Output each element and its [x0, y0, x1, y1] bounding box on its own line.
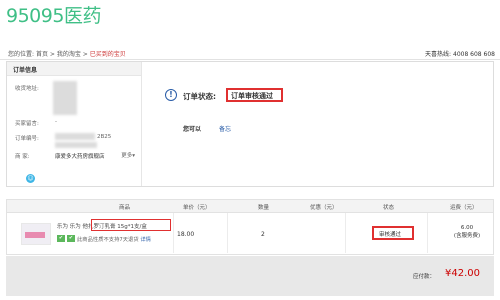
detail-link[interactable]: 详情 — [140, 237, 151, 243]
col-header-price: 单价（元） — [183, 205, 211, 211]
breadcrumb-separator: > — [82, 51, 88, 58]
column-divider — [345, 213, 346, 253]
shipping-fee-note: (含服务费) — [453, 233, 481, 239]
goods-table-header: 商品 单价（元） 数量 优惠（元） 状态 运费（元） — [6, 199, 494, 213]
hotline-number: 4008 608 608 — [453, 51, 495, 58]
shipping-fee: 6.00 (含服务费) — [447, 224, 487, 240]
column-divider — [227, 213, 228, 253]
redacted-line — [55, 142, 97, 148]
info-icon: ! — [165, 89, 177, 101]
order-detail-box: 订单信息 收货地址: 买家留言: - 订单编号: 2B25 商 家: 康爱多大药… — [6, 61, 494, 187]
amount-due-label: 应付款： — [413, 274, 436, 280]
product-title-prefix: 乐为 乐为 — [57, 224, 81, 230]
breadcrumb: 您的位置: 首页 > 我的淘宝 > 已买到的宝贝 — [8, 49, 126, 58]
col-header-status: 状态 — [383, 205, 395, 211]
address-label: 收货地址: — [15, 86, 39, 92]
hotline: 天喜热线: 4008 608 608 — [425, 49, 495, 58]
seller-label: 商 家: — [15, 154, 30, 160]
remark-link[interactable]: 备忘 — [219, 124, 231, 133]
guarantee-badge-icon: ✔ — [57, 235, 65, 242]
breadcrumb-separator: > — [49, 51, 55, 58]
order-info-header: 订单信息 — [7, 62, 141, 76]
product-title-highlight — [91, 219, 171, 231]
hotline-label: 天喜热线: — [425, 51, 452, 58]
col-header-shipping: 运费（元） — [450, 205, 478, 211]
buyer-message-label: 买家留言: — [15, 121, 39, 127]
buyer-message-value: - — [55, 119, 57, 125]
col-header-quantity: 数量 — [258, 205, 270, 211]
redacted-address — [53, 81, 77, 115]
product-thumbnail[interactable] — [21, 223, 51, 245]
column-divider — [427, 213, 428, 253]
wangwang-chat-icon[interactable]: ☺ — [26, 174, 35, 183]
amount-due-value: ¥42.00 — [445, 268, 480, 279]
unit-price: 18.00 — [177, 231, 195, 238]
more-dropdown[interactable]: 更多▾ — [121, 151, 135, 159]
breadcrumb-prefix: 您的位置: — [8, 51, 35, 58]
no-return-note: 此商品性质不支持7天退货 — [77, 237, 139, 243]
total-bar: 应付款： ¥42.00 — [6, 256, 494, 296]
breadcrumb-current: 已买到的宝贝 — [89, 51, 126, 58]
col-header-goods: 商品 — [119, 205, 131, 211]
product-note: 此商品性质不支持7天退货 详情 — [77, 235, 151, 243]
breadcrumb-home[interactable]: 首页 — [36, 51, 48, 58]
logo-text: 95095医药 — [6, 4, 101, 27]
row-status: 审核通过 — [379, 232, 402, 238]
brand-logo[interactable]: 95095医药 — [6, 3, 101, 27]
shipping-fee-value: 6.00 — [460, 225, 474, 231]
seller-name[interactable]: 康爱多大药房旗舰店 — [55, 152, 105, 160]
col-header-discount: 优惠（元） — [310, 205, 338, 211]
actions-label: 您可以 — [183, 126, 202, 133]
order-number-label: 订单编号: — [15, 136, 39, 142]
order-info-panel: 订单信息 收货地址: 买家留言: - 订单编号: 2B25 商 家: 康爱多大药… — [7, 62, 142, 186]
top-bar: 您的位置: 首页 > 我的淘宝 > 已买到的宝贝 天喜热线: 4008 608 … — [0, 46, 500, 60]
order-status-value: 订单审核通过 — [231, 92, 273, 100]
table-row: 乐为 乐为 他扎罗汀乳膏 15g*1支/盒 ✔ ✔ 此商品性质不支持7天退货 详… — [6, 213, 494, 255]
order-status-panel: ! 订单状态: 订单审核通过 您可以 备忘 — [143, 62, 493, 186]
order-status-label: 订单状态: — [183, 92, 216, 101]
order-number-suffix: 2B25 — [97, 134, 112, 140]
redacted-order-number — [55, 133, 95, 140]
quantity: 2 — [261, 231, 265, 238]
column-divider — [173, 213, 174, 253]
guarantee-badge-icon: ✔ — [67, 235, 75, 242]
breadcrumb-my-taobao[interactable]: 我的淘宝 — [57, 51, 81, 58]
